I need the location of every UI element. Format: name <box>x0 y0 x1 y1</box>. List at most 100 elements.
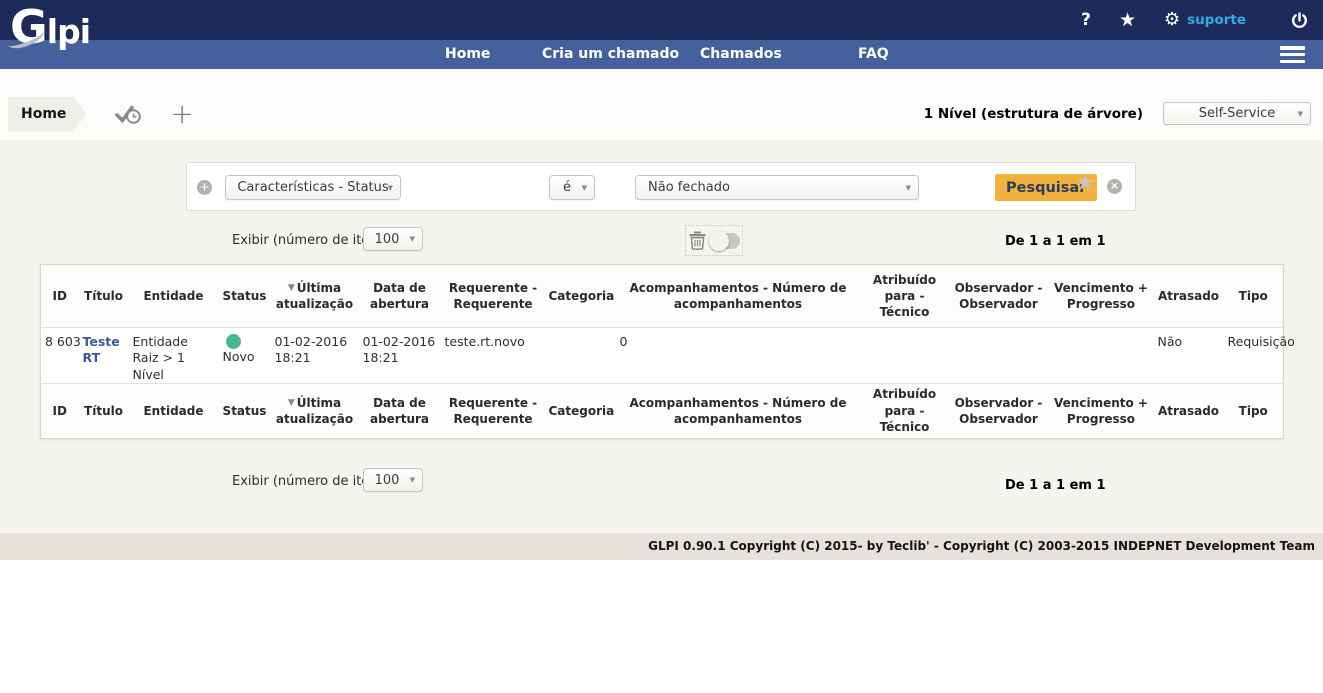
session-toolbar: 1 Nível (estrutura de árvore) Self-Servi… <box>924 102 1311 125</box>
sort-desc-icon: ▼ <box>288 398 295 408</box>
select-all-toggle[interactable] <box>711 233 740 249</box>
items-per-page-select[interactable]: 100 ▼ <box>363 468 423 492</box>
menu-hamburger-icon[interactable] <box>1280 46 1305 63</box>
status-new-icon <box>226 334 241 349</box>
col-header-category[interactable]: Categoria <box>546 265 616 328</box>
bookmark-star-icon[interactable]: ★ <box>1119 11 1136 30</box>
table-footer-header-row: ID Título Entidade Status ▼Última atuali… <box>41 383 1284 438</box>
col-footer-type[interactable]: Tipo <box>1224 383 1284 438</box>
col-header-followups[interactable]: Acompanhamentos - Número de acompanhamen… <box>616 265 861 328</box>
col-footer-due-progress[interactable]: Vencimento + Progresso <box>1049 383 1154 438</box>
col-header-open-date[interactable]: Data de abertura <box>359 265 441 328</box>
col-footer-assigned-tech[interactable]: Atribuído para - Técnico <box>861 383 949 438</box>
items-per-page-select[interactable]: 100 ▼ <box>363 227 423 251</box>
col-footer-followups[interactable]: Acompanhamentos - Número de acompanhamen… <box>616 383 861 438</box>
gear-icon: ⚙ <box>1164 11 1180 29</box>
col-footer-category[interactable]: Categoria <box>546 383 616 438</box>
col-header-title[interactable]: Título <box>79 265 129 328</box>
saved-searches-button[interactable] <box>114 103 142 126</box>
massive-actions-box <box>685 225 743 256</box>
table-row: 8 603 Teste RT Entidade Raiz > 1 Nível N… <box>41 328 1284 384</box>
trash-icon <box>689 231 706 250</box>
support-label: suporte <box>1187 12 1246 28</box>
criteria-operator-select[interactable]: é ▼ <box>549 175 595 200</box>
plus-icon: + <box>199 180 209 194</box>
list-controls-top: Exibir (número de itens) 100 ▼ De 1 a 1 … <box>0 224 1323 258</box>
cell-status: Novo <box>219 328 271 384</box>
cell-last-update: 01-02-2016 18:21 <box>271 328 359 384</box>
col-footer-last-update[interactable]: ▼Última atualização <box>271 383 359 438</box>
col-footer-requester[interactable]: Requerente - Requerente <box>441 383 546 438</box>
col-header-observer[interactable]: Observador - Observador <box>949 265 1049 328</box>
nav-item-tickets[interactable]: Chamados <box>700 40 782 69</box>
glpi-logo[interactable]: Glpi <box>10 4 90 50</box>
chevron-down-icon: ▼ <box>582 184 587 192</box>
delete-button[interactable] <box>689 231 706 250</box>
search-criteria-panel: + Características - Status ▼ é ▼ Não fec… <box>186 162 1136 211</box>
breadcrumb: Home + <box>8 96 194 132</box>
col-footer-entity[interactable]: Entidade <box>129 383 219 438</box>
col-header-status[interactable]: Status <box>219 265 271 328</box>
profile-select[interactable]: Self-Service ▼ <box>1163 102 1311 125</box>
view-mode-label: 1 Nível (estrutura de árvore) <box>924 106 1143 122</box>
col-footer-observer[interactable]: Observador - Observador <box>949 383 1049 438</box>
topbar-actions: ? ★ ⚙ suporte <box>1081 0 1309 40</box>
col-header-last-update[interactable]: ▼Última atualização <box>271 265 359 328</box>
sort-desc-icon: ▼ <box>288 283 295 293</box>
col-footer-late[interactable]: Atrasado <box>1154 383 1224 438</box>
ticket-link[interactable]: Teste RT <box>83 334 120 365</box>
chevron-down-icon: ▼ <box>410 476 415 484</box>
col-header-late[interactable]: Atrasado <box>1154 265 1224 328</box>
tickets-table: ID Título Entidade Status ▼Última atuali… <box>40 264 1284 439</box>
help-icon[interactable]: ? <box>1081 12 1091 29</box>
cell-followups: 0 <box>616 328 861 384</box>
pagination-range: De 1 a 1 em 1 <box>1005 234 1106 249</box>
list-controls-bottom: Exibir (número de itens) 100 ▼ De 1 a 1 … <box>0 465 1323 499</box>
col-header-entity[interactable]: Entidade <box>129 265 219 328</box>
check-clock-icon <box>114 103 142 126</box>
add-item-button[interactable]: + <box>170 100 193 128</box>
pagination-range: De 1 a 1 em 1 <box>1005 478 1106 493</box>
criteria-field-select[interactable]: Características - Status ▼ <box>225 175 401 200</box>
power-icon <box>1290 11 1309 30</box>
cell-type: Requisição <box>1224 328 1284 384</box>
breadcrumb-home[interactable]: Home <box>8 97 86 132</box>
nav-item-faq[interactable]: FAQ <box>858 40 889 69</box>
nav-item-create-ticket[interactable]: Cria um chamado <box>542 40 679 69</box>
close-icon: × <box>1110 179 1119 192</box>
col-footer-open-date[interactable]: Data de abertura <box>359 383 441 438</box>
col-footer-status[interactable]: Status <box>219 383 271 438</box>
logout-button[interactable] <box>1290 11 1309 30</box>
status-label: Novo <box>223 349 255 365</box>
logo-text: lpi <box>47 12 90 51</box>
criteria-value-select[interactable]: Não fechado ▼ <box>635 175 919 200</box>
col-footer-id[interactable]: ID <box>41 383 79 438</box>
star-icon: ★ <box>1075 170 1096 196</box>
criteria-field-value: Características - Status <box>237 180 388 195</box>
criteria-value-text: Não fechado <box>648 180 730 195</box>
items-per-page-value: 100 <box>375 473 400 488</box>
support-link[interactable]: ⚙ suporte <box>1164 11 1246 29</box>
items-per-page-value: 100 <box>375 232 400 247</box>
plus-icon: + <box>170 97 193 130</box>
reset-search-button[interactable]: × <box>1107 179 1122 194</box>
cell-requester: teste.rt.novo <box>441 328 546 384</box>
col-header-type[interactable]: Tipo <box>1224 265 1284 328</box>
chevron-down-icon: ▼ <box>1298 110 1303 118</box>
cell-due-progress <box>1049 328 1154 384</box>
save-search-button[interactable]: ★ <box>1075 172 1096 195</box>
chevron-down-icon: ▼ <box>906 184 911 192</box>
col-footer-title[interactable]: Título <box>79 383 129 438</box>
cell-entity: Entidade Raiz > 1 Nível <box>129 328 219 384</box>
cell-late: Não <box>1154 328 1224 384</box>
cell-title: Teste RT <box>79 328 129 384</box>
col-header-requester[interactable]: Requerente - Requerente <box>441 265 546 328</box>
copyright-text: GLPI 0.90.1 Copyright (C) 2015- by Tecli… <box>648 533 1315 560</box>
col-header-assigned-tech[interactable]: Atribuído para - Técnico <box>861 265 949 328</box>
table-header-row: ID Título Entidade Status ▼Última atuali… <box>41 265 1284 328</box>
col-header-due-progress[interactable]: Vencimento + Progresso <box>1049 265 1154 328</box>
nav-item-home[interactable]: Home <box>445 40 490 69</box>
chevron-down-icon: ▼ <box>410 235 415 243</box>
col-header-id[interactable]: ID <box>41 265 79 328</box>
add-criteria-button[interactable]: + <box>197 180 212 195</box>
